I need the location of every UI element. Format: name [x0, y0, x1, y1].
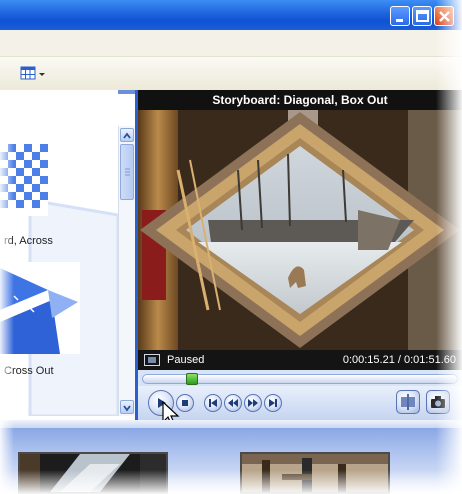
previous-frame-icon	[209, 399, 217, 407]
playback-controls	[138, 386, 462, 420]
playback-time: 0:00:15.21 / 0:01:51.60	[342, 354, 456, 366]
transition-label: Cross Out	[4, 365, 54, 377]
menu-bar	[0, 30, 462, 56]
storyboard-clip[interactable]	[18, 452, 168, 494]
previous-frame-button[interactable]	[204, 394, 222, 412]
storyboard	[0, 420, 462, 494]
rewind-icon	[228, 399, 238, 407]
fast-forward-button[interactable]	[244, 394, 262, 412]
split-clip-icon	[401, 394, 415, 410]
video-frame	[138, 110, 462, 350]
scroll-up-button[interactable]	[120, 128, 134, 142]
next-frame-button[interactable]	[264, 394, 282, 412]
seek-slider-knob[interactable]	[186, 373, 198, 385]
storyboard-clip[interactable]	[240, 452, 390, 494]
transitions-scrollbar[interactable]	[118, 126, 135, 416]
cross-out-transition-thumbnail	[0, 262, 80, 354]
aspect-ratio-icon[interactable]	[144, 354, 160, 366]
window-title-bar	[0, 0, 462, 30]
maximize-button[interactable]	[412, 6, 432, 26]
close-button[interactable]	[434, 6, 454, 26]
fast-forward-icon	[248, 399, 258, 407]
next-frame-icon	[269, 399, 277, 407]
transition-label: rd, Across	[4, 235, 53, 247]
split-clip-button[interactable]	[396, 390, 420, 414]
chevron-down-icon	[123, 405, 131, 412]
close-icon	[439, 11, 450, 22]
preview-monitor: Storyboard: Diagonal, Box Out Paused 0:0…	[138, 90, 462, 420]
minimize-icon	[396, 19, 403, 22]
monitor-title: Storyboard: Diagonal, Box Out	[138, 90, 462, 110]
toolbar	[0, 56, 462, 91]
chevron-up-icon	[123, 132, 131, 139]
maximize-icon	[416, 10, 429, 22]
checker-transition-thumbnail	[0, 142, 48, 216]
grid-view-icon	[20, 66, 45, 80]
transitions-pane: rd, Across Cross Out	[0, 90, 118, 416]
view-button[interactable]	[20, 66, 48, 82]
playback-status: Paused	[167, 354, 205, 366]
scroll-down-button[interactable]	[120, 400, 134, 414]
rewind-button[interactable]	[224, 394, 242, 412]
minimize-button[interactable]	[390, 6, 410, 26]
preview-screen	[138, 110, 462, 350]
take-picture-icon	[431, 396, 445, 408]
seek-bar[interactable]	[142, 373, 458, 385]
scroll-thumb[interactable]	[120, 144, 134, 200]
clip-thumbnail	[20, 454, 166, 492]
monitor-status-bar: Paused 0:00:15.21 / 0:01:51.60	[138, 350, 462, 370]
take-picture-button[interactable]	[426, 390, 450, 414]
clip-thumbnail	[242, 454, 388, 492]
storyboard-toolbar	[0, 420, 462, 428]
